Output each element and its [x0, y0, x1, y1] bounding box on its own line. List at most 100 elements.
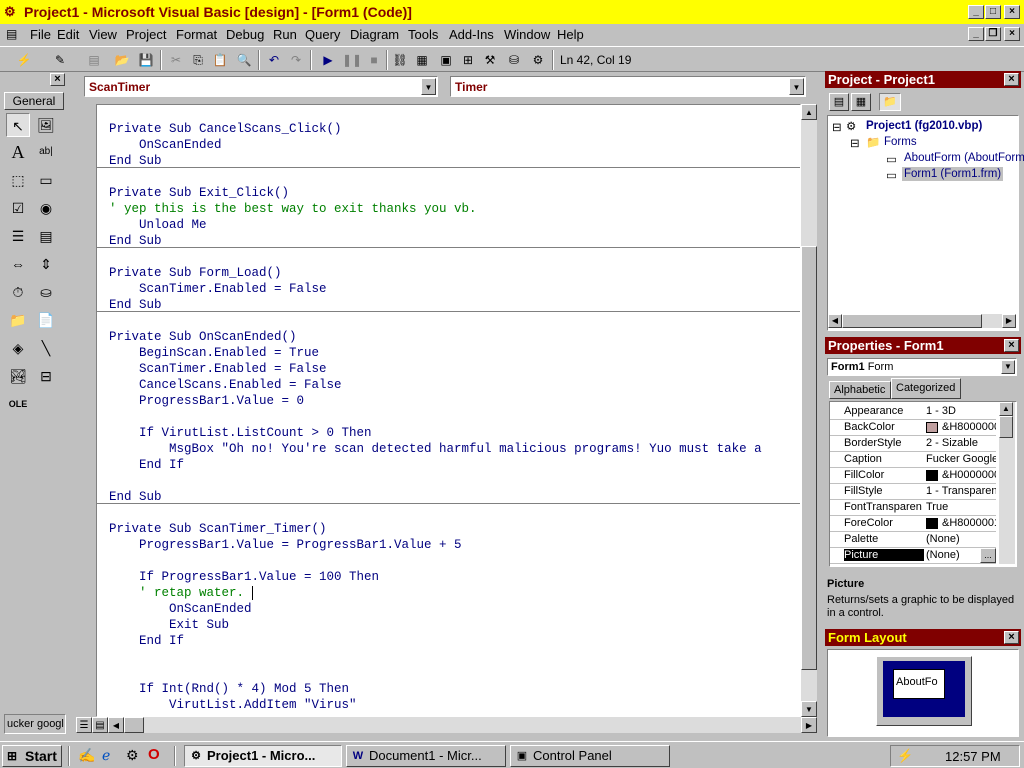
code-line[interactable]: Private Sub Exit_Click() [109, 185, 289, 201]
project-root-item[interactable]: Project1 (fg2010.vbp) [866, 120, 982, 132]
code-line[interactable]: CancelScans.Enabled = False [109, 377, 342, 393]
object-selector[interactable]: Form1 Form ▼ [827, 358, 1017, 376]
picturebox-tool-icon[interactable]: 🖼 [34, 113, 58, 137]
tree-horizontal-scrollbar[interactable]: ◀ ▶ [828, 314, 1016, 328]
hscroll-thumb[interactable] [842, 314, 982, 328]
properties-grid[interactable]: Appearance 1 - 3D BackColor &H8000000 Border… [829, 401, 1017, 567]
scroll-left-icon[interactable]: ◀ [828, 314, 842, 328]
form-layout-area[interactable]: AboutFo [827, 649, 1019, 737]
find-icon[interactable]: 🔍 [234, 51, 254, 69]
copy-icon[interactable]: ⎘ [188, 51, 208, 69]
collapse-icon[interactable]: ⊟ [832, 120, 842, 134]
properties-close-button[interactable]: × [1004, 339, 1019, 352]
task-word-button[interactable]: W Document1 - Micr... [346, 745, 506, 767]
code-line[interactable]: VirutList.AddItem "Virus" [109, 697, 357, 713]
chevron-down-icon[interactable]: ▼ [421, 78, 436, 95]
code-line[interactable]: If ProgressBar1.Value = 100 Then [109, 569, 379, 585]
code-line[interactable]: OnScanEnded [109, 137, 222, 153]
properties-scrollbar[interactable]: ▲ [999, 402, 1015, 564]
label-tool-icon[interactable]: A [6, 140, 30, 164]
aboutform-item[interactable]: AboutForm (AboutForm [904, 152, 1024, 164]
project-close-button[interactable]: × [1004, 73, 1019, 86]
undo-icon[interactable]: ↶ [264, 51, 284, 69]
full-module-view-icon[interactable]: ▤ [92, 717, 108, 733]
code-line[interactable]: If Int(Rnd() * 4) Mod 5 Then [109, 681, 349, 697]
redo-icon[interactable]: ↷ [286, 51, 306, 69]
menu-debug[interactable]: Debug [226, 27, 264, 42]
view-code-icon[interactable]: ▤ [829, 93, 849, 111]
checkbox-tool-icon[interactable]: ☑ [6, 196, 30, 220]
scroll-right-icon[interactable]: ▶ [801, 717, 817, 733]
scroll-left-icon[interactable]: ◀ [108, 717, 124, 733]
task-control-panel-button[interactable]: ▣ Control Panel [510, 745, 670, 767]
procedure-combo[interactable]: Timer ▼ [450, 76, 806, 97]
doc-icon[interactable]: ▤ [6, 27, 17, 41]
code-line[interactable]: ScanTimer.Enabled = False [109, 281, 327, 297]
vscrollbar-tool-icon[interactable]: ⇕ [34, 252, 58, 276]
tab-alphabetic[interactable]: Alphabetic [829, 381, 891, 399]
pause-icon[interactable]: ❚❚ [342, 51, 362, 69]
tray-icon[interactable]: ⚡ [897, 748, 913, 764]
property-value[interactable]: 1 - Transparen [926, 485, 996, 497]
toolbox-general-tab[interactable]: General [4, 92, 64, 110]
shape-tool-icon[interactable]: ◈ [6, 336, 30, 360]
menu-addins[interactable]: Add-Ins [449, 27, 494, 42]
clock[interactable]: 12:57 PM [945, 749, 1001, 764]
data-view-icon[interactable]: ⛁ [504, 51, 524, 69]
menu-file[interactable]: File [30, 27, 51, 42]
combobox-tool-icon[interactable]: ☰ [6, 224, 30, 248]
property-value[interactable]: &H0000000 [942, 469, 996, 481]
add-project-icon[interactable]: ⚡ [14, 51, 34, 69]
textbox-tool-icon[interactable]: ab| [34, 140, 58, 164]
title-bar[interactable]: ⚙ Project1 - Microsoft Visual Basic [des… [0, 0, 1024, 24]
property-row[interactable]: Appearance 1 - 3D [830, 404, 996, 420]
ellipsis-button[interactable]: ... [980, 548, 996, 563]
menu-edit[interactable]: Edit [57, 27, 79, 42]
paste-icon[interactable]: 📋 [210, 51, 230, 69]
stop-icon[interactable]: ■ [364, 51, 384, 69]
chevron-down-icon[interactable]: ▼ [789, 78, 804, 95]
commandbutton-tool-icon[interactable]: ▭ [34, 168, 58, 192]
property-value[interactable]: Fucker Google [926, 453, 996, 465]
image-tool-icon[interactable]: 🏞 [6, 364, 30, 388]
network-icon[interactable]: ⚙ [126, 747, 139, 764]
object-combo[interactable]: ScanTimer ▼ [84, 76, 438, 97]
procedure-view-icon[interactable]: ☰ [76, 717, 92, 733]
property-row[interactable]: FillColor &H0000000 [830, 468, 996, 484]
property-row[interactable]: BorderStyle 2 - Sizable [830, 436, 996, 452]
project-tree[interactable]: ⊟ ⚙ Project1 (fg2010.vbp) ⊟ 📁 Forms ▭ Ab… [827, 115, 1024, 331]
property-row[interactable]: BackColor &H8000000 [830, 420, 996, 436]
scroll-thumb[interactable] [801, 246, 817, 670]
run-icon[interactable]: ▶ [318, 51, 338, 69]
code-line[interactable]: Private Sub Form_Load() [109, 265, 282, 281]
task-vb-button[interactable]: ⚙ Project1 - Micro... [184, 745, 342, 767]
listbox-tool-icon[interactable]: ▤ [34, 224, 58, 248]
code-vertical-scrollbar[interactable]: ▲ ▼ [801, 104, 817, 717]
open-icon[interactable]: 📂 [112, 51, 132, 69]
tab-categorized[interactable]: Categorized [891, 378, 961, 399]
scroll-right-icon[interactable]: ▶ [1002, 314, 1016, 328]
property-row[interactable]: FontTransparen True [830, 500, 996, 516]
data-tool-icon[interactable]: ⊟ [34, 364, 58, 388]
hscrollbar-tool-icon[interactable]: ⇔ [6, 252, 30, 276]
code-horizontal-scrollbar[interactable]: ☰ ▤ ◀ ▶ [76, 717, 817, 733]
forms-folder-item[interactable]: Forms [884, 136, 917, 148]
ie-icon[interactable]: ℯ [102, 747, 110, 764]
ole-tool-icon[interactable]: OLE [6, 392, 30, 416]
property-value[interactable]: &H8000001 [942, 517, 996, 529]
form-layout-close-button[interactable]: × [1004, 631, 1019, 644]
cut-icon[interactable]: ✂ [166, 51, 186, 69]
scroll-up-icon[interactable]: ▲ [999, 402, 1013, 416]
scroll-up-icon[interactable]: ▲ [801, 104, 817, 120]
toggle-folders-icon[interactable]: 📁 [879, 93, 901, 111]
drivelistbox-tool-icon[interactable]: ⛀ [34, 280, 58, 304]
project-explorer-icon[interactable]: ⛓ [390, 51, 410, 69]
close-button[interactable]: × [1004, 5, 1020, 19]
property-value[interactable]: 1 - 3D [926, 405, 996, 417]
start-button[interactable]: ⊞ Start [2, 745, 62, 767]
child-restore-button[interactable]: ❐ [985, 27, 1001, 41]
code-line[interactable]: ProgressBar1.Value = 0 [109, 393, 304, 409]
collapse-icon[interactable]: ⊟ [850, 136, 860, 150]
line-tool-icon[interactable]: ╲ [34, 336, 58, 360]
code-editor[interactable]: Private Sub CancelScans_Click() OnScanEn… [96, 104, 801, 717]
